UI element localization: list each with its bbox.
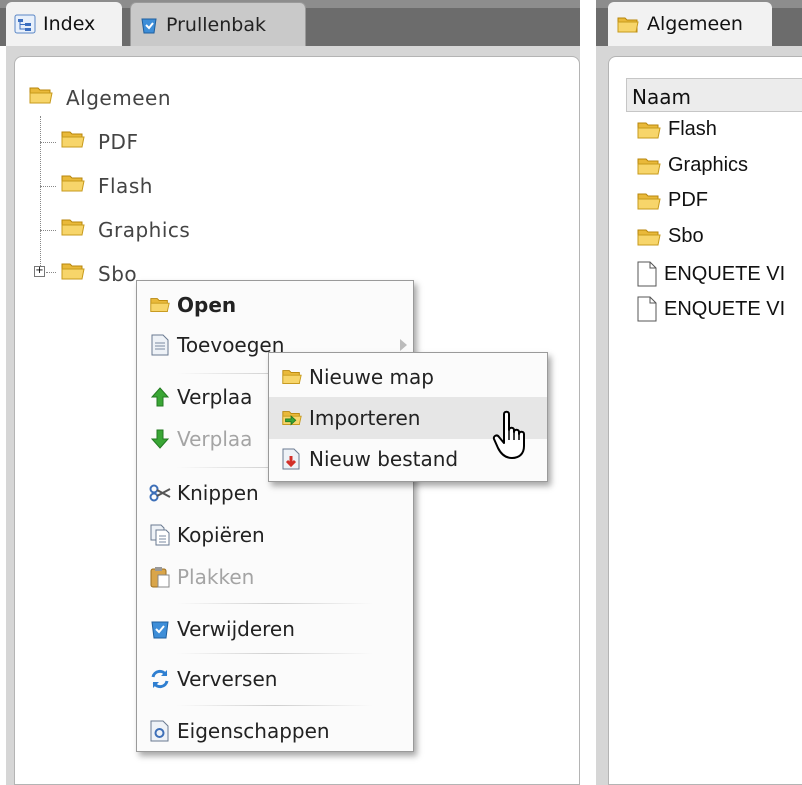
- menu-item-label: Verwijderen: [177, 617, 295, 641]
- menu-item-label: Knippen: [177, 481, 259, 505]
- tab-algemeen-label: Algemeen: [647, 13, 743, 35]
- menu-item-label: Importeren: [309, 406, 421, 430]
- folder-icon: [149, 294, 171, 316]
- document-icon: [149, 334, 171, 356]
- recycle-bin-icon: [139, 15, 159, 35]
- menu-item-eigenschappen[interactable]: Eigenschappen: [137, 711, 413, 751]
- menu-separator: [177, 653, 373, 654]
- import-folder-icon: [281, 407, 303, 429]
- list-item[interactable]: ENQUETE VI: [636, 261, 785, 287]
- menu-item-plakken[interactable]: Plakken: [137, 557, 413, 597]
- submenu-arrow-icon: [400, 339, 407, 351]
- tree-icon: [14, 14, 36, 34]
- tree-line: [40, 230, 56, 231]
- arrow-up-icon: [149, 386, 171, 408]
- folder-icon: [60, 260, 86, 287]
- folder-icon: [636, 119, 662, 141]
- scissors-icon: [149, 482, 171, 504]
- list-item-label: PDF: [668, 189, 708, 211]
- tab-prullenbak[interactable]: Prullenbak: [130, 2, 306, 46]
- tab-prullenbak-label: Prullenbak: [166, 13, 266, 36]
- tab-algemeen[interactable]: Algemeen: [608, 2, 772, 46]
- tree-item-label: Flash: [98, 173, 153, 198]
- paste-icon: [149, 566, 171, 588]
- folder-icon: [636, 155, 662, 177]
- menu-separator: [177, 705, 373, 706]
- new-file-icon: [281, 448, 303, 470]
- refresh-icon: [149, 668, 171, 690]
- menu-item-label: Verversen: [177, 667, 278, 691]
- list-item-label: ENQUETE VI: [664, 297, 786, 320]
- arrow-down-icon: [149, 428, 171, 450]
- tree-item-sbo[interactable]: Sbo: [60, 260, 137, 287]
- tree-item-label: PDF: [98, 129, 139, 154]
- list-item-label: Flash: [668, 118, 717, 140]
- tree-line: [46, 272, 56, 273]
- tree-item-label: Graphics: [98, 217, 191, 242]
- list-item-label: Graphics: [668, 154, 749, 176]
- tree-item-algemeen[interactable]: Algemeen: [28, 84, 171, 111]
- tree-line: [40, 186, 56, 187]
- folder-icon: [616, 14, 640, 34]
- menu-item-label: Verplaa: [177, 385, 253, 409]
- menu-item-label: Plakken: [177, 565, 255, 589]
- list-item-label: Sbo: [668, 225, 704, 247]
- tree-item-flash[interactable]: Flash: [60, 172, 153, 199]
- tree-line: [40, 142, 56, 143]
- menu-item-verversen[interactable]: Verversen: [137, 659, 413, 699]
- tab-index-label: Index: [43, 13, 96, 35]
- menu-item-label: Verplaa: [177, 427, 253, 451]
- hand-cursor-icon: [492, 410, 532, 464]
- tree-item-graphics[interactable]: Graphics: [60, 216, 190, 243]
- menu-item-label: Open: [177, 293, 237, 317]
- folder-icon: [60, 128, 86, 155]
- menu-item-nieuwe-map[interactable]: Nieuwe map: [269, 357, 547, 397]
- list-item[interactable]: ENQUETE VI: [636, 296, 785, 322]
- folder-icon: [281, 366, 303, 388]
- copy-icon: [149, 524, 171, 546]
- menu-item-label: Nieuwe map: [309, 365, 434, 389]
- folder-icon: [60, 216, 86, 243]
- menu-item-kopieren[interactable]: Kopiëren: [137, 515, 413, 555]
- document-icon: [636, 261, 658, 287]
- tab-index[interactable]: Index: [6, 2, 122, 46]
- folder-icon: [636, 190, 662, 212]
- properties-icon: [149, 720, 171, 742]
- menu-item-label: Kopiëren: [177, 523, 265, 547]
- tree-item-pdf[interactable]: PDF: [60, 128, 138, 155]
- list-item[interactable]: Sbo: [636, 225, 704, 248]
- menu-item-verwijderen[interactable]: Verwijderen: [137, 609, 413, 649]
- column-header-naam[interactable]: Naam: [626, 78, 802, 112]
- menu-item-open[interactable]: Open: [137, 285, 413, 325]
- tree-item-label: Sbo: [98, 261, 138, 286]
- menu-item-label: Nieuw bestand: [309, 447, 459, 471]
- tree-item-label: Algemeen: [66, 85, 172, 110]
- menu-item-label: Eigenschappen: [177, 719, 330, 743]
- document-icon: [636, 296, 658, 322]
- list-item[interactable]: Flash: [636, 118, 717, 141]
- list-item-label: ENQUETE VI: [664, 262, 786, 285]
- folder-icon: [28, 84, 54, 111]
- folder-icon: [636, 226, 662, 248]
- list-item[interactable]: Graphics: [636, 154, 748, 177]
- list-item[interactable]: PDF: [636, 189, 708, 212]
- recycle-bin-icon: [149, 618, 171, 640]
- panel-gap: [580, 0, 596, 785]
- tree-line: [40, 116, 41, 272]
- expand-toggle[interactable]: +: [34, 266, 45, 277]
- menu-separator: [177, 603, 373, 604]
- folder-icon: [60, 172, 86, 199]
- context-menu: Open Toevoegen Verplaa Verplaa Knippen K…: [136, 280, 414, 752]
